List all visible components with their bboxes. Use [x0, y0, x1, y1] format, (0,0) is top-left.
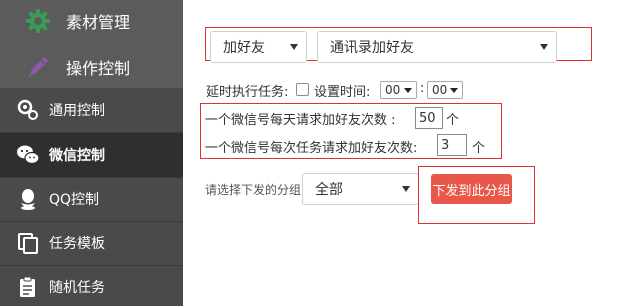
sidebar: 素材管理 操作控制 通用控制 微信控制 QQ控制 任务模板 随机任务	[0, 0, 183, 306]
chevron-down-icon	[450, 88, 458, 93]
sidebar-item-general-control[interactable]: 通用控制	[0, 88, 183, 132]
action-select-value: 加好友	[223, 40, 265, 56]
task-limit-value: 3	[441, 137, 450, 153]
hour-value: 00	[385, 83, 401, 97]
sidebar-item-qq-control[interactable]: QQ控制	[0, 177, 183, 221]
sidebar-item-wechat-control[interactable]: 微信控制	[0, 133, 183, 177]
chevron-down-icon	[290, 44, 298, 50]
qq-icon	[15, 186, 41, 212]
dispatch-to-group-button[interactable]: 下发到此分组	[431, 174, 512, 204]
group-select[interactable]: 全部	[302, 173, 419, 205]
settings-icon	[15, 97, 41, 123]
set-time-checkbox[interactable]	[296, 83, 309, 96]
sidebar-item-operation-control[interactable]: 操作控制	[24, 52, 130, 82]
sidebar-item-label: QQ控制	[49, 192, 100, 208]
daily-limit-value: 50	[419, 110, 436, 126]
minute-value: 00	[432, 83, 448, 97]
task-limit-label: 一个微信号每次任务请求加好友次数:	[205, 141, 418, 156]
daily-limit-input[interactable]: 50	[415, 107, 443, 129]
hour-select[interactable]: 00	[380, 81, 417, 99]
source-select-value: 通讯录加好友	[330, 40, 414, 56]
set-time-label: 设置时间:	[314, 85, 371, 100]
source-select[interactable]: 通讯录加好友	[317, 31, 557, 63]
chevron-down-icon	[404, 88, 412, 93]
minute-select[interactable]: 00	[427, 81, 463, 99]
time-separator: :	[420, 81, 425, 96]
clipboard-icon	[15, 274, 41, 300]
group-label: 请选择下发的分组	[205, 183, 302, 197]
wechat-icon	[15, 142, 41, 168]
gear-icon	[24, 7, 52, 35]
group-select-value: 全部	[315, 182, 343, 198]
chevron-down-icon	[402, 186, 410, 192]
main-panel: 加好友 通讯录加好友 延时执行任务: 设置时间: 00 : 00 一个微信号每天…	[183, 0, 631, 306]
sidebar-item-material-management[interactable]: 素材管理	[24, 6, 130, 36]
sidebar-item-label: 操作控制	[66, 59, 131, 78]
sidebar-item-label: 素材管理	[66, 13, 131, 32]
chevron-down-icon	[540, 44, 548, 50]
sidebar-item-random-task[interactable]: 随机任务	[0, 265, 183, 306]
daily-limit-label: 一个微信号每天请求加好友次数 :	[205, 113, 396, 128]
copy-icon	[15, 230, 41, 256]
task-limit-input[interactable]: 3	[437, 134, 467, 156]
sidebar-item-label: 微信控制	[49, 148, 105, 164]
sidebar-item-label: 随机任务	[49, 280, 105, 296]
pencil-icon	[24, 53, 52, 81]
sidebar-item-label: 通用控制	[49, 103, 105, 119]
action-select[interactable]: 加好友	[210, 31, 307, 63]
sidebar-item-label: 任务模板	[49, 236, 105, 252]
task-limit-unit: 个	[472, 141, 486, 156]
daily-limit-unit: 个	[446, 113, 460, 128]
delay-label: 延时执行任务:	[206, 85, 289, 100]
sidebar-item-task-template[interactable]: 任务模板	[0, 221, 183, 265]
